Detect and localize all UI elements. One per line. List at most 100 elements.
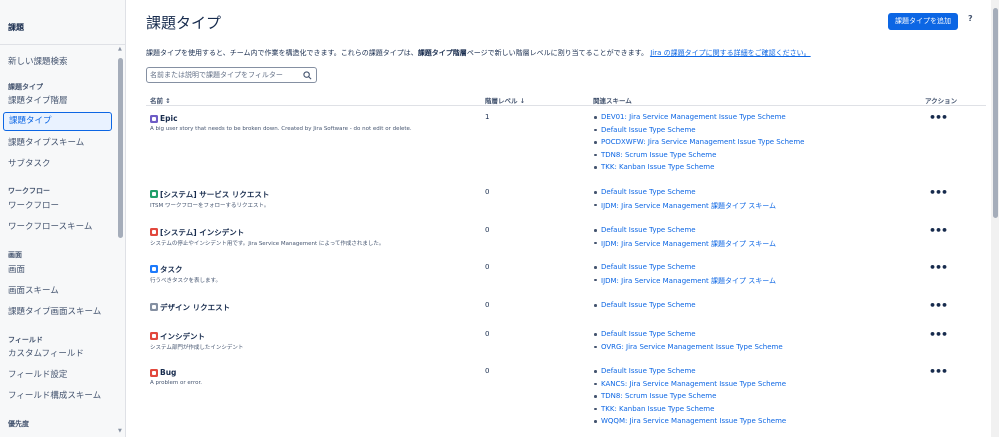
issue-type-description: A big user story that needs to be broken… <box>150 126 412 132</box>
table-header-divider <box>146 105 986 106</box>
incident-icon <box>150 332 158 340</box>
bug-icon <box>150 369 158 377</box>
scheme-link[interactable]: Default Issue Type Scheme <box>593 126 804 139</box>
description-text-2: ページで新しい階層レベルに割り当てることができます。 <box>466 49 648 57</box>
sidebar-section-heading: 優先度 <box>8 420 29 428</box>
related-schemes-list: Default Issue Type Scheme IJDM: Jira Serv… <box>593 263 776 288</box>
description-bold: 課題タイプ階層 <box>417 49 467 57</box>
scheme-link[interactable]: Default Issue Type Scheme <box>593 367 786 380</box>
sidebar-divider <box>0 44 125 45</box>
search-icon[interactable] <box>303 71 312 80</box>
related-schemes-list: DEV01: Jira Service Management Issue Typ… <box>593 113 804 176</box>
issue-type-name: [システム] インシデント <box>160 228 245 237</box>
incident-icon <box>150 228 158 236</box>
scheme-link[interactable]: IJDM: Jira Service Management 課題タイプ スキーム <box>593 276 776 289</box>
sidebar-item[interactable]: カスタムフィールド <box>3 345 112 364</box>
hierarchy-level: 0 <box>485 330 490 338</box>
help-icon[interactable]: ? <box>968 14 973 23</box>
column-header-level[interactable]: 階層レベル ↓ <box>485 95 525 105</box>
main-content: 課題タイプ 課題タイプを追加 ? 課題タイプを使用すると、チーム内で作業を構造化… <box>126 0 991 437</box>
sidebar-item[interactable]: 画面スキーム <box>3 282 112 301</box>
scroll-down-icon[interactable]: ▼ <box>118 428 122 434</box>
issue-type-description: システムの停止やインシデント用です。Jira Service Managemen… <box>150 241 385 247</box>
scheme-link[interactable]: TDN8: Scrum Issue Type Scheme <box>593 151 804 164</box>
hierarchy-level: 0 <box>485 301 490 309</box>
task-icon <box>150 265 158 273</box>
sidebar-scrollbar[interactable] <box>118 58 123 238</box>
related-schemes-list: Default Issue Type Scheme IJDM: Jira Serv… <box>593 188 776 213</box>
description-text-1: 課題タイプを使用すると、チーム内で作業を構造化できます。これらの課題タイプは、 <box>146 49 418 57</box>
scheme-link[interactable]: Default Issue Type Scheme <box>593 263 776 276</box>
more-actions-icon[interactable]: ••• <box>929 328 948 341</box>
hierarchy-level: 1 <box>485 113 490 121</box>
related-schemes-list: Default Issue Type Scheme <box>593 301 696 314</box>
scheme-link[interactable]: Default Issue Type Scheme <box>593 188 776 201</box>
sidebar-item[interactable]: 新しい課題検索 <box>3 53 112 72</box>
page-scrollbar[interactable] <box>993 8 998 218</box>
hierarchy-level: 0 <box>485 367 490 375</box>
related-schemes-list: Default Issue Type Scheme KANCS: Jira Ser… <box>593 367 786 430</box>
sidebar-item[interactable]: 課題タイプ画面スキーム <box>3 303 112 322</box>
column-header-name[interactable]: 名前 ↕ <box>150 95 171 105</box>
sidebar-section-heading: フィールド <box>8 336 43 344</box>
issue-type-description: システム部門が作成したインシデント <box>150 345 244 351</box>
design-request-icon <box>150 303 158 311</box>
issue-type-name: Bug <box>160 368 177 377</box>
more-actions-icon[interactable]: ••• <box>929 365 948 378</box>
scheme-link[interactable]: DEV01: Jira Service Management Issue Typ… <box>593 113 804 126</box>
column-header-actions: アクション <box>925 97 958 105</box>
learn-more-link[interactable]: Jira の課題タイプに関する詳細をご確認ください。 <box>650 49 810 57</box>
page-description: 課題タイプを使用すると、チーム内で作業を構造化できます。これらの課題タイプは、課… <box>146 48 811 58</box>
epic-icon <box>150 115 158 123</box>
scheme-link[interactable]: Default Issue Type Scheme <box>593 301 696 314</box>
scheme-link[interactable]: Default Issue Type Scheme <box>593 226 776 239</box>
scheme-link[interactable]: KANCS: Jira Service Management Issue Typ… <box>593 380 786 393</box>
scheme-link[interactable]: TDN8: Scrum Issue Type Scheme <box>593 392 786 405</box>
scheme-link[interactable]: WQQM: Jira Service Management Issue Type… <box>593 417 786 430</box>
scheme-link[interactable]: Default Issue Type Scheme <box>593 330 783 343</box>
scheme-link[interactable]: OVRG: Jira Service Management Issue Type… <box>593 343 783 356</box>
sidebar-item[interactable]: 課題タイプ <box>3 112 112 131</box>
related-schemes-list: Default Issue Type Scheme OVRG: Jira Serv… <box>593 330 783 355</box>
sidebar-section-heading: ワークフロー <box>8 187 50 195</box>
more-actions-icon[interactable]: ••• <box>929 111 948 124</box>
sidebar-item[interactable]: フィールド構成スキーム <box>3 387 112 406</box>
hierarchy-level: 0 <box>485 188 490 196</box>
more-actions-icon[interactable]: ••• <box>929 299 948 312</box>
scroll-up-icon[interactable]: ▲ <box>118 46 122 52</box>
sidebar-item[interactable]: 課題タイプスキーム <box>3 134 112 153</box>
column-header-schemes: 関連スキーム <box>593 97 632 105</box>
sidebar-header: 課題 <box>8 23 24 32</box>
hierarchy-level: 0 <box>485 263 490 271</box>
scheme-link[interactable]: TKK: Kanban Issue Type Scheme <box>593 405 786 418</box>
more-actions-icon[interactable]: ••• <box>929 186 948 199</box>
sidebar-section-heading: 画面 <box>8 251 22 259</box>
page-title: 課題タイプ <box>146 14 222 32</box>
more-actions-icon[interactable]: ••• <box>929 224 948 237</box>
app-root: 課題 新しい課題検索 課題タイプ 課題タイプ階層 課題タイプ 課題タイプスキーム サブタス… <box>0 0 999 437</box>
hierarchy-level: 0 <box>485 226 490 234</box>
sidebar-item[interactable]: ワークフロー <box>3 197 112 216</box>
issue-type-description: A problem or error. <box>150 380 202 386</box>
issue-type-name: デザイン リクエスト <box>160 303 231 312</box>
sidebar-item[interactable]: サブタスク <box>3 155 112 174</box>
issue-type-name: インシデント <box>160 332 205 341</box>
issue-type-description: ITSM ワークフローをフォローするリクエスト。 <box>150 203 270 209</box>
issue-type-name: [システム] サービス リクエスト <box>160 190 270 199</box>
sidebar-item[interactable]: フィールド設定 <box>3 366 112 385</box>
service-request-icon <box>150 190 158 198</box>
scheme-link[interactable]: IJDM: Jira Service Management 課題タイプ スキーム <box>593 239 776 252</box>
filter-box <box>146 67 317 83</box>
more-actions-icon[interactable]: ••• <box>929 261 948 274</box>
scheme-link[interactable]: POCDXWFW: Jira Service Management Issue … <box>593 138 804 151</box>
sidebar-item[interactable]: 画面 <box>3 261 112 280</box>
filter-input[interactable] <box>150 69 300 81</box>
scheme-link[interactable]: TKK: Kanban Issue Type Scheme <box>593 163 804 176</box>
sidebar-section-heading: 課題タイプ <box>8 83 43 91</box>
issue-type-name: Epic <box>160 114 178 123</box>
related-schemes-list: Default Issue Type Scheme IJDM: Jira Serv… <box>593 226 776 251</box>
add-issue-type-button[interactable]: 課題タイプを追加 <box>888 13 958 30</box>
scheme-link[interactable]: IJDM: Jira Service Management 課題タイプ スキーム <box>593 201 776 214</box>
sidebar-item[interactable]: 課題タイプ階層 <box>3 92 112 111</box>
sidebar-item[interactable]: ワークフロースキーム <box>3 218 112 237</box>
